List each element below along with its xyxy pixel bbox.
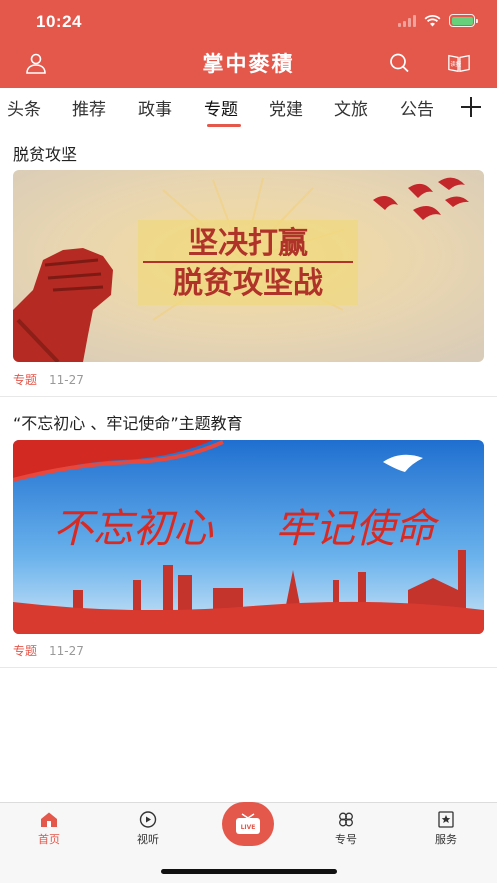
live-icon: LIVE (236, 813, 260, 834)
app-title: 掌中麥積 (202, 51, 295, 76)
divider (0, 667, 497, 668)
nav-label: 服务 (435, 833, 457, 846)
search-icon[interactable] (388, 52, 412, 74)
article-banner-image: 不忘初心 牢记使命 (13, 440, 484, 634)
app-header: 10:24 掌中麥積 读报 (0, 0, 497, 88)
nav-home[interactable]: 首页 (19, 811, 79, 847)
battery-icon (449, 14, 478, 27)
nav-label: 视听 (137, 833, 159, 846)
article-title: 脱贫攻坚 (13, 145, 78, 164)
article-tag: 专题 (13, 373, 38, 387)
status-indicators (398, 14, 478, 27)
tab-headline[interactable]: 头条 (7, 95, 41, 120)
article-meta: 专题 11-27 (13, 371, 84, 388)
article-title: “不忘初心 、牢记使命”主题教育 (13, 414, 243, 433)
nav-label: 专号 (335, 833, 357, 846)
banner-text-line2: 牢记使命 (275, 506, 440, 552)
flower-icon (339, 812, 353, 827)
nav-accounts[interactable]: 专号 (316, 811, 376, 847)
newspaper-book-icon[interactable]: 读报 (447, 52, 471, 74)
home-icon (41, 812, 57, 827)
article-tag: 专题 (13, 644, 38, 658)
tab-topics[interactable]: 专题 (204, 95, 238, 120)
live-badge-text: LIVE (241, 824, 256, 831)
status-time: 10:24 (36, 12, 82, 31)
tab-notices[interactable]: 公告 (400, 95, 434, 120)
banner-text-line1: 不忘初心 (53, 506, 214, 552)
tab-culture-tourism[interactable]: 文旅 (334, 95, 368, 120)
star-card-icon (438, 811, 454, 828)
tab-politics[interactable]: 政事 (138, 95, 172, 120)
wifi-icon (424, 14, 441, 26)
play-icon (139, 811, 157, 828)
article-date: 11-27 (49, 644, 84, 658)
banner-text-line1: 坚决打赢 (188, 226, 308, 261)
banner-text-line2: 脱贫攻坚战 (173, 266, 323, 301)
signal-icon (398, 14, 416, 27)
active-tab-indicator (207, 124, 241, 127)
home-indicator (161, 869, 337, 874)
article-meta: 专题 11-27 (13, 642, 84, 659)
book-icon-text: 读报 (450, 60, 462, 68)
article-card[interactable]: 脱贫攻坚 坚决打赢 脱贫攻坚战 专题 11-27 (0, 128, 497, 397)
article-card[interactable]: “不忘初心 、牢记使命”主题教育 不忘初心 牢记使命 专题 11-27 (0, 397, 497, 668)
add-channel-icon[interactable] (461, 97, 481, 117)
nav-services[interactable]: 服务 (416, 811, 476, 847)
tab-party[interactable]: 党建 (269, 95, 303, 120)
nav-video[interactable]: 视听 (118, 811, 178, 847)
article-banner-image: 坚决打赢 脱贫攻坚战 (13, 170, 484, 362)
category-tabs: 头条 推荐 政事 专题 党建 文旅 公告 (0, 88, 497, 128)
tab-recommend[interactable]: 推荐 (72, 95, 106, 120)
nav-label: 首页 (38, 833, 60, 846)
article-date: 11-27 (49, 373, 84, 387)
